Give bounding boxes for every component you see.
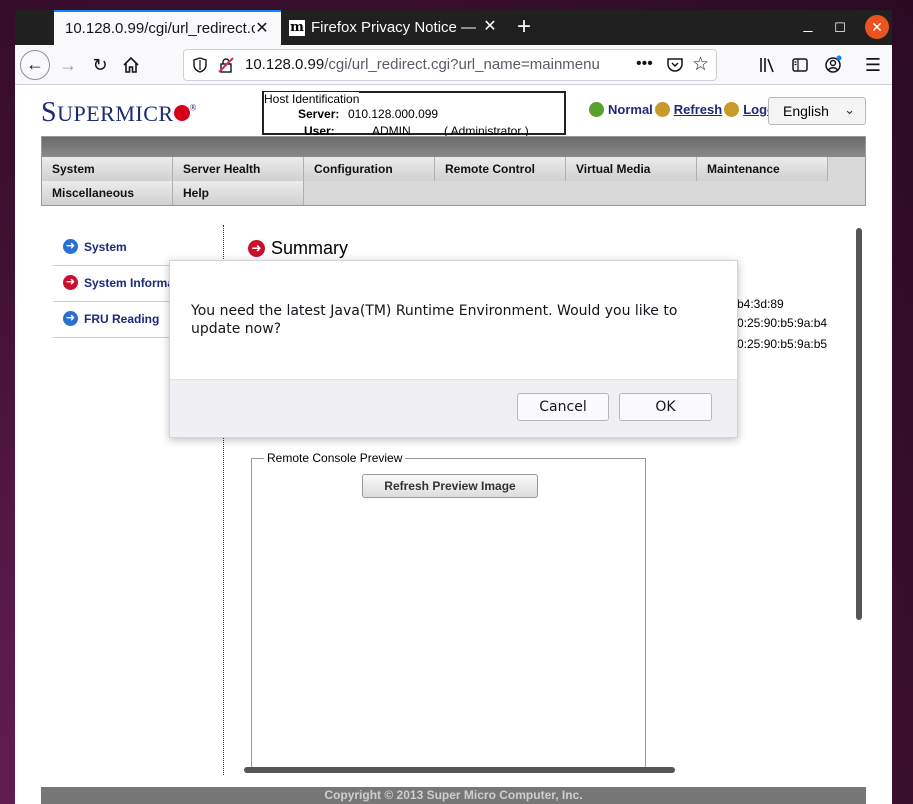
insecure-lock-icon[interactable]	[218, 57, 234, 73]
tab-label: 10.128.0.99/cgi/url_redirect.cgi?url_nam…	[65, 20, 255, 37]
new-tab-button[interactable]: +	[509, 13, 539, 43]
vertical-scrollbar[interactable]	[856, 228, 862, 620]
language-select[interactable]: English ⌄	[768, 97, 866, 125]
close-tab-icon[interactable]: ✕	[253, 20, 271, 38]
menu-help[interactable]: Help	[173, 181, 304, 205]
logo-dot-icon	[173, 105, 190, 121]
refresh-preview-button[interactable]: Refresh Preview Image	[362, 474, 538, 498]
mac-address-partial: 0:25:90:b5:9a:b4	[737, 316, 828, 330]
arrow-right-icon: ➜	[63, 311, 78, 326]
dialog-footer: Cancel OK	[170, 379, 737, 437]
menu-header-strip	[42, 137, 865, 157]
cancel-button[interactable]: Cancel	[517, 393, 609, 421]
menu-system[interactable]: System	[42, 157, 173, 181]
ok-button[interactable]: OK	[619, 393, 712, 421]
chevron-down-icon: ⌄	[844, 102, 855, 117]
bookmark-star-icon[interactable]: ☆	[692, 53, 709, 76]
arrow-right-icon: ➜	[63, 239, 78, 254]
mac-address-partial: 0:25:90:b5:9a:b5	[737, 337, 828, 351]
reload-icon[interactable]: ↻	[85, 50, 115, 80]
window-close-icon[interactable]: ✕	[865, 15, 889, 39]
status-links: Normal Refresh Logout	[589, 102, 787, 117]
server-label: Server:	[298, 107, 340, 121]
supermicro-logo: SUPERMICR ®	[41, 97, 197, 128]
tracking-shield-icon[interactable]	[192, 57, 208, 73]
url-text[interactable]: 10.128.0.99/cgi/url_redirect.cgi?url_nam…	[245, 56, 625, 73]
left-nav-label: System	[84, 240, 127, 254]
back-arrow-icon[interactable]: ←	[20, 50, 50, 80]
sidebar-icon[interactable]	[785, 50, 815, 80]
mac-address-partial: b4:3d:89	[737, 297, 784, 311]
home-icon[interactable]	[116, 50, 146, 80]
menu-maintenance[interactable]: Maintenance	[697, 157, 828, 181]
menu-remote-control[interactable]: Remote Control	[435, 157, 566, 181]
menu-miscellaneous[interactable]: Miscellaneous	[42, 181, 173, 205]
minimize-icon[interactable]: _	[798, 17, 818, 38]
refresh-link[interactable]: Refresh	[674, 102, 722, 117]
tab-label: Firefox Privacy Notice —	[311, 19, 477, 36]
java-update-dialog: You need the latest Java(TM) Runtime Env…	[169, 260, 738, 438]
account-icon[interactable]	[818, 50, 848, 80]
forward-arrow-icon[interactable]: →	[53, 50, 83, 80]
url-bar[interactable]: 10.128.0.99/cgi/url_redirect.cgi?url_nam…	[183, 49, 717, 81]
mozilla-icon: m	[289, 19, 305, 36]
dialog-message: You need the latest Java(TM) Runtime Env…	[191, 303, 678, 337]
check-icon	[589, 102, 604, 117]
remote-console-preview: Remote Console Preview Refresh Preview I…	[251, 451, 646, 768]
browser-window: 10.128.0.99/cgi/url_redirect.cgi?url_nam…	[15, 10, 892, 804]
maximize-icon[interactable]: ☐	[830, 18, 850, 38]
left-nav-label: FRU Reading	[84, 312, 160, 326]
pocket-icon[interactable]	[666, 56, 684, 74]
tab-active[interactable]: 10.128.0.99/cgi/url_redirect.cgi?url_nam…	[54, 10, 281, 45]
page-title: ➜ Summary	[248, 238, 348, 259]
main-menu: System Server Health Configuration Remot…	[41, 136, 866, 206]
navigation-toolbar: ← → ↻ 10.128.0.99/cgi/url_redirect.cgi?u…	[15, 45, 892, 85]
arrow-right-icon: ➜	[63, 275, 78, 290]
page-content: SUPERMICR ® Host Identification Server: 0…	[15, 85, 892, 804]
summary-title: Summary	[271, 238, 349, 258]
page-actions-icon[interactable]: •••	[636, 55, 653, 73]
arrow-right-icon: ➜	[248, 240, 265, 257]
tab-privacy-notice[interactable]: m Firefox Privacy Notice — ✕	[281, 10, 509, 45]
refresh-icon	[654, 102, 670, 117]
server-value: 010.128.000.099	[348, 107, 439, 121]
horizontal-scrollbar[interactable]	[244, 767, 675, 773]
close-tab-icon[interactable]: ✕	[481, 18, 499, 36]
tab-bar: 10.128.0.99/cgi/url_redirect.cgi?url_nam…	[15, 10, 892, 45]
menu-configuration[interactable]: Configuration	[304, 157, 435, 181]
menu-virtual-media[interactable]: Virtual Media	[566, 157, 697, 181]
status-normal[interactable]: Normal	[608, 102, 653, 117]
preview-legend: Remote Console Preview	[264, 451, 406, 465]
library-icon[interactable]	[753, 50, 783, 80]
footer-copyright: Copyright © 2013 Super Micro Computer, I…	[41, 787, 866, 804]
host-identification-legend: Host Identification	[264, 92, 360, 106]
menu-server-health[interactable]: Server Health	[173, 157, 304, 181]
language-value: English	[783, 103, 829, 119]
logout-icon	[724, 102, 740, 117]
host-identification-box: Host Identification Server: 010.128.000.…	[262, 91, 566, 138]
hamburger-menu-icon[interactable]: ☰	[858, 50, 888, 80]
